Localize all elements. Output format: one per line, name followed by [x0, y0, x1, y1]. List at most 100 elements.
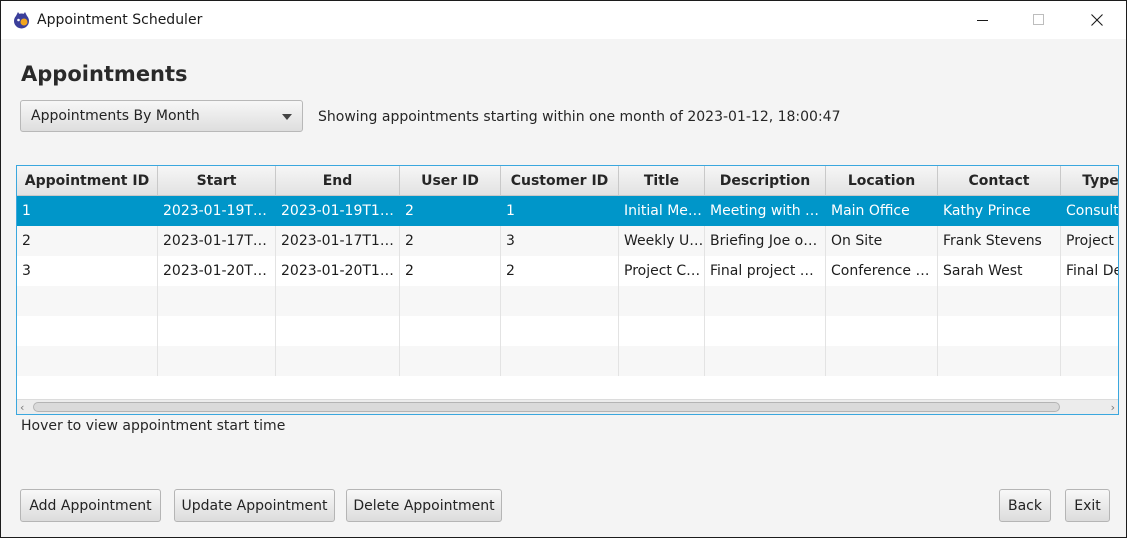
minimize-icon — [977, 20, 988, 21]
showing-range-text: Showing appointments starting within one… — [318, 109, 841, 125]
table-header: Appointment ID Start End User ID Customer ID… — [17, 166, 1118, 196]
cell-col-end — [276, 316, 400, 346]
cell-col-title — [619, 316, 705, 346]
cell-col-title: Weekly Update — [619, 226, 705, 256]
header-col-title[interactable]: Title — [619, 166, 705, 196]
cell-col-contact — [938, 316, 1061, 346]
cell-col-description — [705, 316, 826, 346]
cell-col-customer-id — [501, 316, 619, 346]
header-col-contact[interactable]: Contact — [938, 166, 1061, 196]
close-button[interactable] — [1068, 1, 1126, 39]
cell-col-end: 2023-01-19T19:00 — [276, 196, 400, 226]
maximize-button[interactable] — [1010, 1, 1068, 39]
scroll-left-icon[interactable]: ‹ — [20, 401, 24, 414]
filter-dropdown[interactable]: Appointments By Month — [20, 100, 303, 132]
cell-col-start: 2023-01-20T11:00 — [158, 256, 276, 286]
hover-hint: Hover to view appointment start time — [21, 418, 286, 434]
cell-col-end — [276, 346, 400, 376]
cell-col-user-id: 2 — [400, 226, 501, 256]
cell-col-location: Conference Room — [826, 256, 938, 286]
window-title: Appointment Scheduler — [37, 12, 203, 28]
header-col-type[interactable]: Type — [1061, 166, 1118, 196]
cell-col-appointment-id: 3 — [17, 256, 158, 286]
cell-col-start: 2023-01-17T09:00 — [158, 226, 276, 256]
cell-col-customer-id: 3 — [501, 226, 619, 256]
page-title: Appointments — [21, 62, 188, 86]
table-row[interactable]: 32023-01-20T11:002023-01-20T12:0022Proje… — [17, 256, 1118, 286]
title-bar: Appointment Scheduler — [1, 1, 1126, 39]
cell-col-contact — [938, 346, 1061, 376]
cell-col-start — [158, 346, 276, 376]
header-col-description[interactable]: Description — [705, 166, 826, 196]
cell-col-start — [158, 316, 276, 346]
cell-col-location — [826, 286, 938, 316]
cell-col-user-id — [400, 316, 501, 346]
scroll-right-icon[interactable]: › — [1111, 401, 1115, 414]
cell-col-appointment-id — [17, 316, 158, 346]
cell-col-type — [1061, 346, 1118, 376]
header-col-user-id[interactable]: User ID — [400, 166, 501, 196]
cell-col-user-id: 2 — [400, 196, 501, 226]
cell-col-start — [158, 286, 276, 316]
cell-col-appointment-id: 1 — [17, 196, 158, 226]
table-row[interactable]: 12023-01-19T18:002023-01-19T19:0021Initi… — [17, 196, 1118, 226]
empty-table-row — [17, 316, 1118, 346]
header-col-location[interactable]: Location — [826, 166, 938, 196]
exit-button[interactable]: Exit — [1065, 489, 1110, 522]
scrollbar-thumb[interactable] — [33, 402, 1060, 412]
cell-col-end: 2023-01-17T10:00 — [276, 226, 400, 256]
cell-col-start: 2023-01-19T18:00 — [158, 196, 276, 226]
empty-table-row — [17, 346, 1118, 376]
cell-col-user-id: 2 — [400, 256, 501, 286]
minimize-button[interactable] — [954, 1, 1012, 39]
cell-col-type — [1061, 316, 1118, 346]
cell-col-contact: Sarah West — [938, 256, 1061, 286]
cell-col-appointment-id — [17, 346, 158, 376]
chevron-down-icon — [282, 114, 292, 120]
cell-col-type: Final Debrief — [1061, 256, 1118, 286]
horizontal-scrollbar[interactable]: ‹ › — [17, 399, 1118, 414]
cell-col-contact: Frank Stevens — [938, 226, 1061, 256]
table-row[interactable]: 22023-01-17T09:002023-01-17T10:0023Weekl… — [17, 226, 1118, 256]
back-button[interactable]: Back — [999, 489, 1051, 522]
filter-selected-value: Appointments By Month — [31, 108, 200, 124]
cell-col-appointment-id — [17, 286, 158, 316]
header-col-start[interactable]: Start — [158, 166, 276, 196]
header-col-customer-id[interactable]: Customer ID — [501, 166, 619, 196]
cell-col-type: Project Status — [1061, 226, 1118, 256]
cell-col-description: Meeting with Kathy — [705, 196, 826, 226]
cell-col-user-id — [400, 346, 501, 376]
cell-col-title — [619, 346, 705, 376]
header-col-end[interactable]: End — [276, 166, 400, 196]
cell-col-type — [1061, 286, 1118, 316]
close-icon — [1091, 14, 1103, 26]
cell-col-title: Initial Meeting — [619, 196, 705, 226]
add-appointment-button[interactable]: Add Appointment — [20, 489, 161, 522]
cell-col-description — [705, 286, 826, 316]
cell-col-user-id — [400, 286, 501, 316]
maximize-icon — [1033, 14, 1044, 25]
appointments-table[interactable]: Appointment ID Start End User ID Customer ID… — [16, 165, 1119, 415]
cell-col-customer-id — [501, 346, 619, 376]
empty-table-row — [17, 286, 1118, 316]
app-logo-icon — [14, 12, 29, 29]
delete-appointment-button[interactable]: Delete Appointment — [346, 489, 502, 522]
cell-col-description: Final project meeting — [705, 256, 826, 286]
cell-col-customer-id: 1 — [501, 196, 619, 226]
cell-col-location: On Site — [826, 226, 938, 256]
cell-col-type: Consultation — [1061, 196, 1118, 226]
app-window: Appointment Scheduler Appointments Appoi… — [0, 0, 1127, 538]
cell-col-appointment-id: 2 — [17, 226, 158, 256]
cell-col-location — [826, 316, 938, 346]
cell-col-contact — [938, 286, 1061, 316]
cell-col-end — [276, 286, 400, 316]
cell-col-description — [705, 346, 826, 376]
cell-col-contact: Kathy Prince — [938, 196, 1061, 226]
cell-col-customer-id: 2 — [501, 256, 619, 286]
cell-col-customer-id — [501, 286, 619, 316]
header-col-appointment-id[interactable]: Appointment ID — [17, 166, 158, 196]
update-appointment-button[interactable]: Update Appointment — [174, 489, 335, 522]
cell-col-description: Briefing Joe on progress — [705, 226, 826, 256]
cell-col-title: Project Close — [619, 256, 705, 286]
cell-col-location — [826, 346, 938, 376]
